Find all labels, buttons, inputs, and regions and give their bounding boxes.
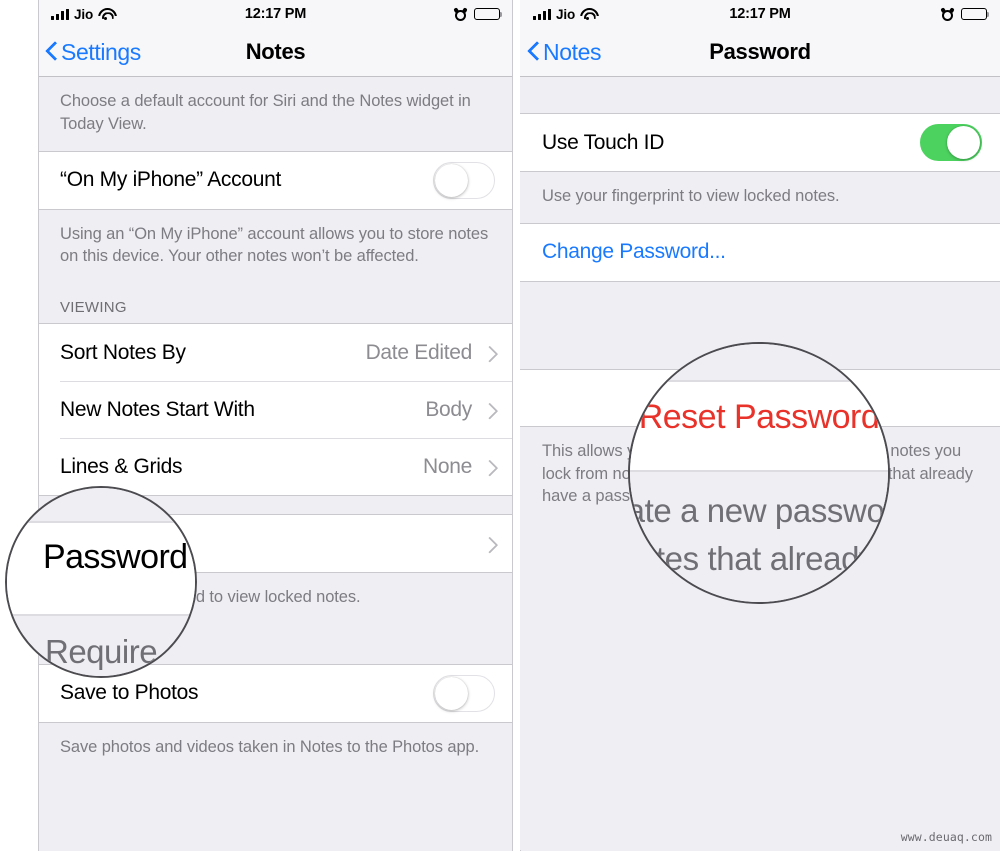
sort-notes-by-label: Sort Notes By [60, 340, 186, 364]
status-bar-clock: 12:17 PM [729, 6, 791, 22]
save-to-photos-toggle[interactable] [433, 674, 495, 712]
left-settings-list: Choose a default account for Siri and th… [38, 77, 513, 850]
right-nav-bar: Notes Password [520, 28, 1000, 77]
use-touch-id-row[interactable]: Use Touch ID [520, 114, 1000, 171]
account-group: “On My iPhone” Account [38, 150, 513, 210]
new-notes-start-with-row[interactable]: New Notes Start With Body [38, 381, 513, 439]
lens-separator-top [630, 380, 888, 382]
save-to-photos-label: Save to Photos [60, 681, 199, 705]
alarm-clock-icon [453, 6, 468, 21]
status-bar-clock: 12:17 PM [244, 6, 307, 22]
sort-notes-by-row[interactable]: Sort Notes By Date Edited [38, 324, 513, 382]
back-button-label: Notes [543, 38, 602, 65]
lens-background-bottom [630, 471, 888, 602]
new-notes-start-with-value: Body [425, 397, 472, 421]
sort-notes-by-value: Date Edited [365, 340, 473, 364]
use-touch-id-toggle[interactable] [920, 124, 982, 161]
lens-background-top [630, 344, 888, 380]
lines-and-grids-value: None [422, 454, 472, 478]
viewing-group: Sort Notes By Date Edited New Notes Star… [38, 323, 513, 497]
change-password-group: Change Password... [520, 222, 1000, 282]
back-to-settings-button[interactable]: Settings [46, 39, 141, 66]
chevron-left-icon [528, 42, 539, 62]
lens-background-top [7, 488, 195, 521]
back-to-notes-button[interactable]: Notes [528, 39, 601, 66]
lens-magnified-footer-line1: create a new password [628, 492, 888, 529]
new-notes-start-with-label: New Notes Start With [60, 397, 255, 421]
battery-icon [474, 7, 503, 21]
use-touch-id-label: Use Touch ID [542, 130, 665, 154]
touch-id-group: Use Touch ID [520, 113, 1000, 172]
left-phone-screen: Jio 12:17 PM Settings Notes Choose a def… [38, 0, 513, 851]
change-password-row[interactable]: Change Password... [520, 223, 1000, 281]
left-status-bar: Jio 12:17 PM [38, 0, 513, 28]
viewing-section-header: VIEWING [60, 299, 127, 317]
alarm-clock-icon [940, 6, 955, 21]
lens-magnified-footer-line2: notes that already [628, 540, 876, 577]
site-watermark: www.deuaq.com [900, 830, 992, 844]
default-account-footer: Choose a default account for Siri and th… [60, 92, 471, 133]
on-my-iphone-account-label: “On My iPhone” Account [60, 168, 282, 192]
chevron-right-icon [484, 401, 495, 419]
account-explanation-footer: Using an “On My iPhone” account allows y… [60, 224, 489, 266]
status-bar-right-group [453, 6, 503, 21]
lens-magnified-footer-text: Require a password [45, 633, 195, 670]
screenshot-stage: Jio 12:17 PM Settings Notes Choose a def… [0, 0, 1000, 851]
magnifier-lens-reset-password: Reset Password create a new password not… [628, 342, 890, 604]
change-password-label: Change Password... [542, 240, 726, 264]
back-button-label: Settings [61, 38, 141, 65]
magnifier-lens-password: Password Require a password [5, 486, 197, 678]
top-gap [520, 77, 1000, 113]
lens-magnified-reset-password-label: Reset Password [638, 398, 880, 436]
touch-id-footer: Use your fingerprint to view locked note… [542, 187, 840, 205]
battery-icon [961, 7, 990, 21]
chevron-right-icon [484, 535, 495, 553]
chevron-right-icon [484, 458, 495, 476]
chevron-left-icon [46, 42, 57, 62]
chevron-right-icon [484, 344, 495, 362]
on-my-iphone-account-row[interactable]: “On My iPhone” Account [38, 151, 513, 209]
lens-separator-top [7, 521, 195, 523]
lens-magnified-password-label: Password [43, 538, 188, 576]
on-my-iphone-account-toggle[interactable] [433, 161, 495, 199]
status-bar-right-group [940, 6, 990, 21]
media-footer: Save photos and videos taken in Notes to… [60, 737, 480, 756]
lines-and-grids-label: Lines & Grids [60, 454, 183, 478]
left-nav-bar: Settings Notes [38, 28, 513, 77]
right-status-bar: Jio 12:17 PM [520, 0, 1000, 28]
